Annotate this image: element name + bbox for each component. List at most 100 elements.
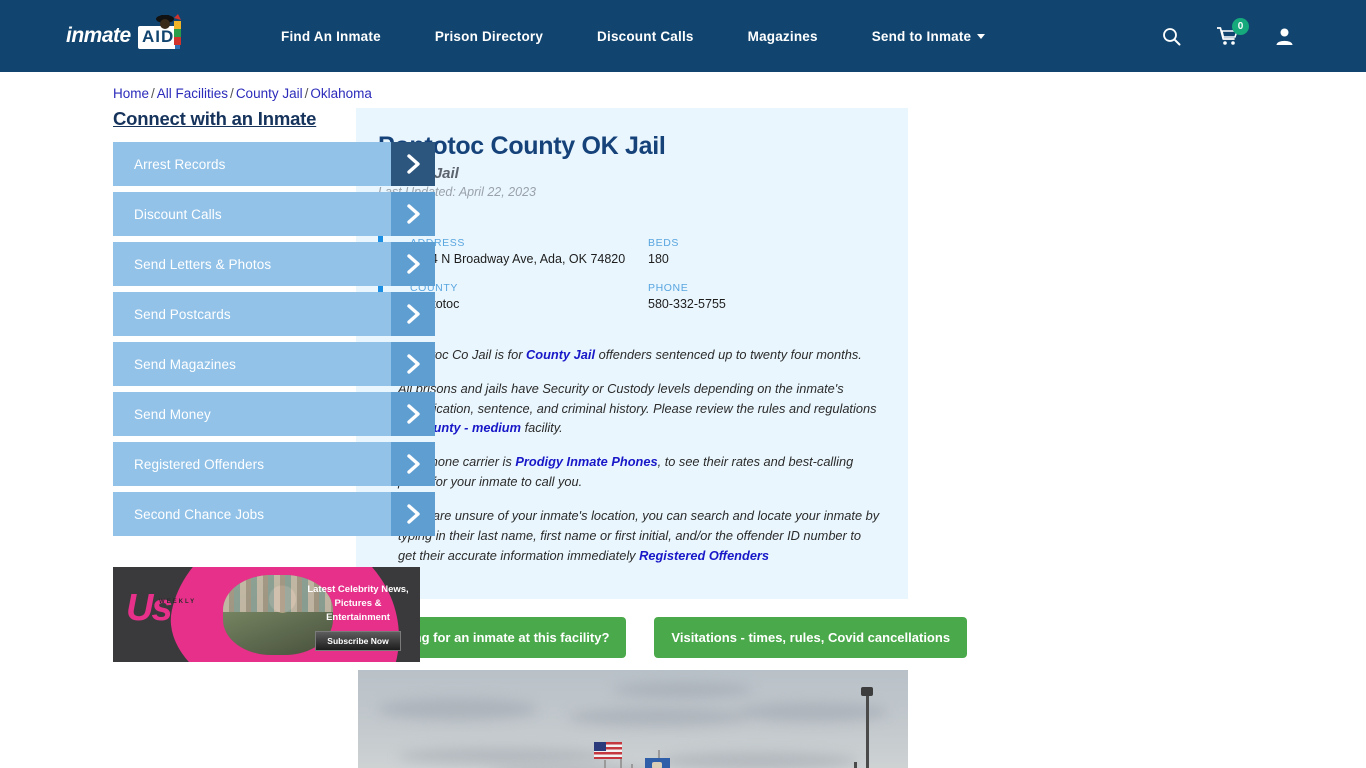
description-paragraph: Pontotoc Co Jail is for County Jail offe… <box>398 347 862 362</box>
search-icon <box>1163 27 1181 45</box>
page-body: Home / All Facilities / County Jail / Oklahoma… <box>0 86 1366 768</box>
breadcrumb-separator: / <box>151 86 155 101</box>
ad-copy: Latest Celebrity News, Pictures & Entert… <box>302 583 414 652</box>
cloud-shape <box>658 752 858 768</box>
nav-item-discount-calls[interactable]: Discount Calls <box>570 29 721 44</box>
header-actions: 0 <box>1162 17 1294 46</box>
description-link[interactable]: County Jail <box>526 347 595 362</box>
info-address: ADDRESS 1814 N Broadway Ave, Ada, OK 748… <box>410 237 648 266</box>
description-paragraph: The phone carrier is Prodigy Inmate Phon… <box>398 454 854 490</box>
main-navigation: Find An Inmate Prison Directory Discount… <box>254 29 1012 44</box>
sidebar-item-registered-offenders[interactable]: Registered Offenders <box>113 442 435 486</box>
breadcrumb-item-all-facilities[interactable]: All Facilities <box>157 86 228 101</box>
breadcrumb-item-home[interactable]: Home <box>113 86 149 101</box>
sidebar-item-label: Discount Calls <box>134 206 222 222</box>
info-phone: PHONE 580-332-5755 <box>648 282 886 311</box>
flagpole <box>631 764 633 768</box>
cloud-shape <box>568 708 748 727</box>
info-county: COUNTY Pontotoc <box>410 282 648 311</box>
description-paragraph: If you are unsure of your inmate's locat… <box>398 507 880 563</box>
info-label: PHONE <box>648 282 689 294</box>
info-value: 1814 N Broadway Ave, Ada, OK 74820 <box>410 252 626 266</box>
us-flag-icon <box>594 742 622 760</box>
info-label: ADDRESS <box>410 237 465 249</box>
sidebar: Connect with an Inmate Arrest Records Di… <box>0 108 435 768</box>
sidebar-item-label: Second Chance Jobs <box>134 506 265 522</box>
light-pole <box>866 692 869 768</box>
sidebar-item-send-magazines[interactable]: Send Magazines <box>113 342 435 386</box>
ad-brand-logo: Us <box>126 587 173 629</box>
nav-item-send-to-inmate-label: Send to Inmate <box>871 28 972 44</box>
cart-button[interactable]: 0 <box>1217 17 1249 46</box>
cloud-shape <box>378 698 538 721</box>
chevron-down-icon <box>977 33 986 39</box>
logo-text: inmate <box>66 24 131 47</box>
user-icon <box>1276 28 1293 45</box>
sidebar-item-label: Send Magazines <box>134 356 236 372</box>
sidebar-item-second-chance-jobs[interactable]: Second Chance Jobs <box>113 492 435 536</box>
oklahoma-flag-icon <box>645 758 670 768</box>
description-paragraph: All prisons and jails have Security or C… <box>398 380 877 436</box>
cloud-shape <box>613 682 753 699</box>
chevron-right-icon <box>391 292 435 336</box>
info-beds: BEDS 180 <box>648 237 886 266</box>
last-updated: Last Updated: April 22, 2023 <box>378 185 536 199</box>
chevron-right-icon <box>391 492 435 536</box>
flagpole <box>604 760 606 768</box>
breadcrumb-item-county-jail[interactable]: County Jail <box>236 86 303 101</box>
cart-count-badge: 0 <box>1232 17 1249 35</box>
site-header: inmate AID Find An Inmate Prison Directo… <box>0 0 1366 72</box>
content-wrapper: Connect with an Inmate Arrest Records Di… <box>0 108 1366 768</box>
chevron-right-icon <box>391 142 435 186</box>
info-value: 580-332-5755 <box>648 297 726 311</box>
ad-subscribe-button[interactable]: Subscribe Now <box>315 631 401 652</box>
facility-info-block: ADDRESS 1814 N Broadway Ave, Ada, OK 748… <box>378 227 886 317</box>
sidebar-item-label: Send Money <box>134 406 211 422</box>
page-title: Pontotoc County OK Jail <box>378 132 666 160</box>
nav-item-magazines[interactable]: Magazines <box>721 29 845 44</box>
description-link[interactable]: Prodigy Inmate Phones <box>515 454 657 469</box>
sidebar-item-send-money[interactable]: Send Money <box>113 392 435 436</box>
ad-headline: Latest Celebrity News, Pictures & Entert… <box>307 584 409 623</box>
search-button[interactable] <box>1162 27 1181 46</box>
breadcrumb-separator: / <box>230 86 234 101</box>
action-buttons: Looking for an inmate at this facility? … <box>356 617 968 659</box>
info-value: Pontotoc <box>410 297 648 311</box>
chevron-right-icon <box>391 242 435 286</box>
sidebar-item-label: Arrest Records <box>134 156 226 172</box>
logo-character-icon <box>156 14 181 49</box>
light-pole <box>854 762 857 768</box>
main-content: Pontotoc County OK Jail County Jail Last… <box>356 108 968 768</box>
sidebar-item-label: Send Postcards <box>134 306 231 322</box>
nav-item-send-to-inmate[interactable]: Send to Inmate <box>845 29 1013 44</box>
sidebar-item-discount-calls[interactable]: Discount Calls <box>113 192 435 236</box>
ad-brand-sub: WEEKLY <box>159 599 197 605</box>
site-logo[interactable]: inmate AID <box>66 14 198 56</box>
account-button[interactable] <box>1275 27 1294 46</box>
sidebar-item-send-letters-photos[interactable]: Send Letters & Photos <box>113 242 435 286</box>
sidebar-item-send-postcards[interactable]: Send Postcards <box>113 292 435 336</box>
facility-panel: Pontotoc County OK Jail County Jail Last… <box>356 108 908 600</box>
description-link[interactable]: Registered Offenders <box>639 548 769 563</box>
chevron-right-icon <box>391 442 435 486</box>
advertisement-banner[interactable]: Us WEEKLY Latest Celebrity News, Picture… <box>113 567 420 662</box>
breadcrumb-item-oklahoma[interactable]: Oklahoma <box>310 86 372 101</box>
sidebar-item-arrest-records[interactable]: Arrest Records <box>113 142 435 186</box>
facility-photo <box>358 670 908 768</box>
nav-item-find-an-inmate[interactable]: Find An Inmate <box>254 29 408 44</box>
facility-info-grid: ADDRESS 1814 N Broadway Ave, Ada, OK 748… <box>410 237 886 311</box>
visitations-button[interactable]: Visitations - times, rules, Covid cancel… <box>654 617 968 659</box>
chevron-right-icon <box>391 192 435 236</box>
chevron-right-icon <box>391 392 435 436</box>
nav-item-prison-directory[interactable]: Prison Directory <box>408 29 570 44</box>
sidebar-title: Connect with an Inmate <box>113 108 317 129</box>
breadcrumb-separator: / <box>304 86 309 101</box>
info-label: COUNTY <box>410 282 458 294</box>
chevron-right-icon <box>391 342 435 386</box>
info-value: 180 <box>648 252 669 266</box>
facility-type: County Jail <box>378 165 459 182</box>
breadcrumb: Home / All Facilities / County Jail / Oklahoma <box>113 86 1366 101</box>
info-label: BEDS <box>648 237 679 249</box>
sidebar-item-label: Registered Offenders <box>134 456 265 472</box>
sidebar-item-label: Send Letters & Photos <box>134 256 272 272</box>
